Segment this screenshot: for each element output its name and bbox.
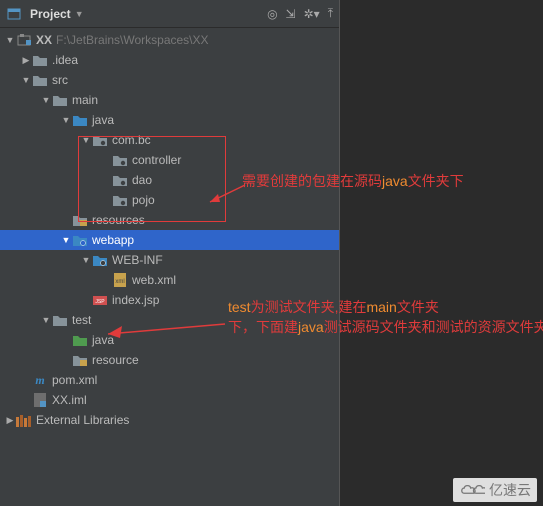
folder-icon [32,72,48,88]
item-label: webapp [92,233,134,247]
web-folder-icon [92,252,108,268]
expand-arrow-icon[interactable]: ▼ [40,315,52,325]
item-label: .idea [52,53,78,67]
dropdown-arrow-icon[interactable]: ▼ [75,9,84,19]
panel-toolbar: Project ▼ ◎ ⇲ ✲▾ ⤒ [0,0,339,28]
item-label: resource [92,353,139,367]
locate-icon[interactable]: ◎ [267,7,277,21]
tree-item-webinf[interactable]: ▼ WEB-INF [0,250,339,270]
expand-arrow-icon[interactable]: ▼ [4,35,16,45]
item-label: java [92,333,114,347]
item-label: XX.iml [52,393,87,407]
tree-item-pojo[interactable]: pojo [0,190,339,210]
tree-item-src[interactable]: ▼ src [0,70,339,90]
item-label: controller [132,153,181,167]
folder-icon [32,52,48,68]
folder-icon [52,92,68,108]
source-folder-icon [72,112,88,128]
tree-item-iml[interactable]: XX.iml [0,390,339,410]
tree-root[interactable]: ▼ XX F:\JetBrains\Workspaces\XX [0,30,339,50]
item-label: dao [132,173,152,187]
item-label: web.xml [132,273,176,287]
tree-item-test[interactable]: ▼ test [0,310,339,330]
svg-text:JSP: JSP [95,299,105,305]
expand-arrow-icon[interactable]: ▼ [80,255,92,265]
item-label: resources [92,213,145,227]
editor-area [340,0,543,506]
expand-arrow-icon[interactable]: ▼ [60,235,72,245]
panel-title[interactable]: Project [30,7,71,21]
item-label: pojo [132,193,155,207]
tree-item-external-libraries[interactable]: ▶ External Libraries [0,410,339,430]
watermark: 亿速云 [453,478,537,502]
root-name: XX [36,33,52,47]
project-tree[interactable]: ▼ XX F:\JetBrains\Workspaces\XX ▶ .idea [0,28,339,506]
tree-item-main[interactable]: ▼ main [0,90,339,110]
iml-file-icon [32,392,48,408]
tree-item-test-resource[interactable]: resource [0,350,339,370]
svg-text:xml: xml [115,279,124,285]
expand-arrow-icon[interactable]: ▼ [80,135,92,145]
item-label: index.jsp [112,293,159,307]
expand-arrow-icon[interactable]: ▶ [20,55,32,66]
project-panel: Project ▼ ◎ ⇲ ✲▾ ⤒ ▼ XX F:\JetBrains\Wor… [0,0,340,506]
item-label: test [72,313,91,327]
root-path: F:\JetBrains\Workspaces\XX [56,33,209,47]
package-icon [112,152,128,168]
tree-item-java[interactable]: ▼ java [0,110,339,130]
hide-panel-icon[interactable]: ⤒ [328,6,333,21]
expand-arrow-icon[interactable]: ▼ [60,115,72,125]
tree-item-pom[interactable]: m pom.xml [0,370,339,390]
jsp-file-icon: JSP [92,292,108,308]
expand-arrow-icon[interactable]: ▼ [20,75,32,85]
collapse-all-icon[interactable]: ⇲ [286,7,296,21]
tree-item-package-root[interactable]: ▼ com.bc [0,130,339,150]
item-label: java [92,113,114,127]
item-label: src [52,73,68,87]
web-folder-icon [72,232,88,248]
xml-file-icon: xml [112,272,128,288]
package-icon [92,132,108,148]
tree-item-idea[interactable]: ▶ .idea [0,50,339,70]
item-label: WEB-INF [112,253,163,267]
tree-item-controller[interactable]: controller [0,150,339,170]
tree-item-webapp[interactable]: ▼ webapp [0,230,339,250]
resources-folder-icon [72,212,88,228]
test-resources-folder-icon [72,352,88,368]
folder-icon [52,312,68,328]
tree-item-test-java[interactable]: java [0,330,339,350]
expand-arrow-icon[interactable]: ▶ [4,415,16,426]
test-source-folder-icon [72,332,88,348]
expand-arrow-icon[interactable]: ▼ [40,95,52,105]
watermark-text: 亿速云 [489,480,531,500]
maven-file-icon: m [32,372,48,388]
item-label: com.bc [112,133,151,147]
item-label: main [72,93,98,107]
package-icon [112,172,128,188]
module-icon [16,32,32,48]
tree-item-resources[interactable]: resources [0,210,339,230]
libraries-icon [16,412,32,428]
tree-item-indexjsp[interactable]: JSP index.jsp [0,290,339,310]
item-label: pom.xml [52,373,97,387]
tree-item-dao[interactable]: dao [0,170,339,190]
item-label: External Libraries [36,413,129,427]
tree-item-webxml[interactable]: xml web.xml [0,270,339,290]
settings-gear-icon[interactable]: ✲▾ [304,7,320,21]
project-view-icon [6,6,22,22]
package-icon [112,192,128,208]
